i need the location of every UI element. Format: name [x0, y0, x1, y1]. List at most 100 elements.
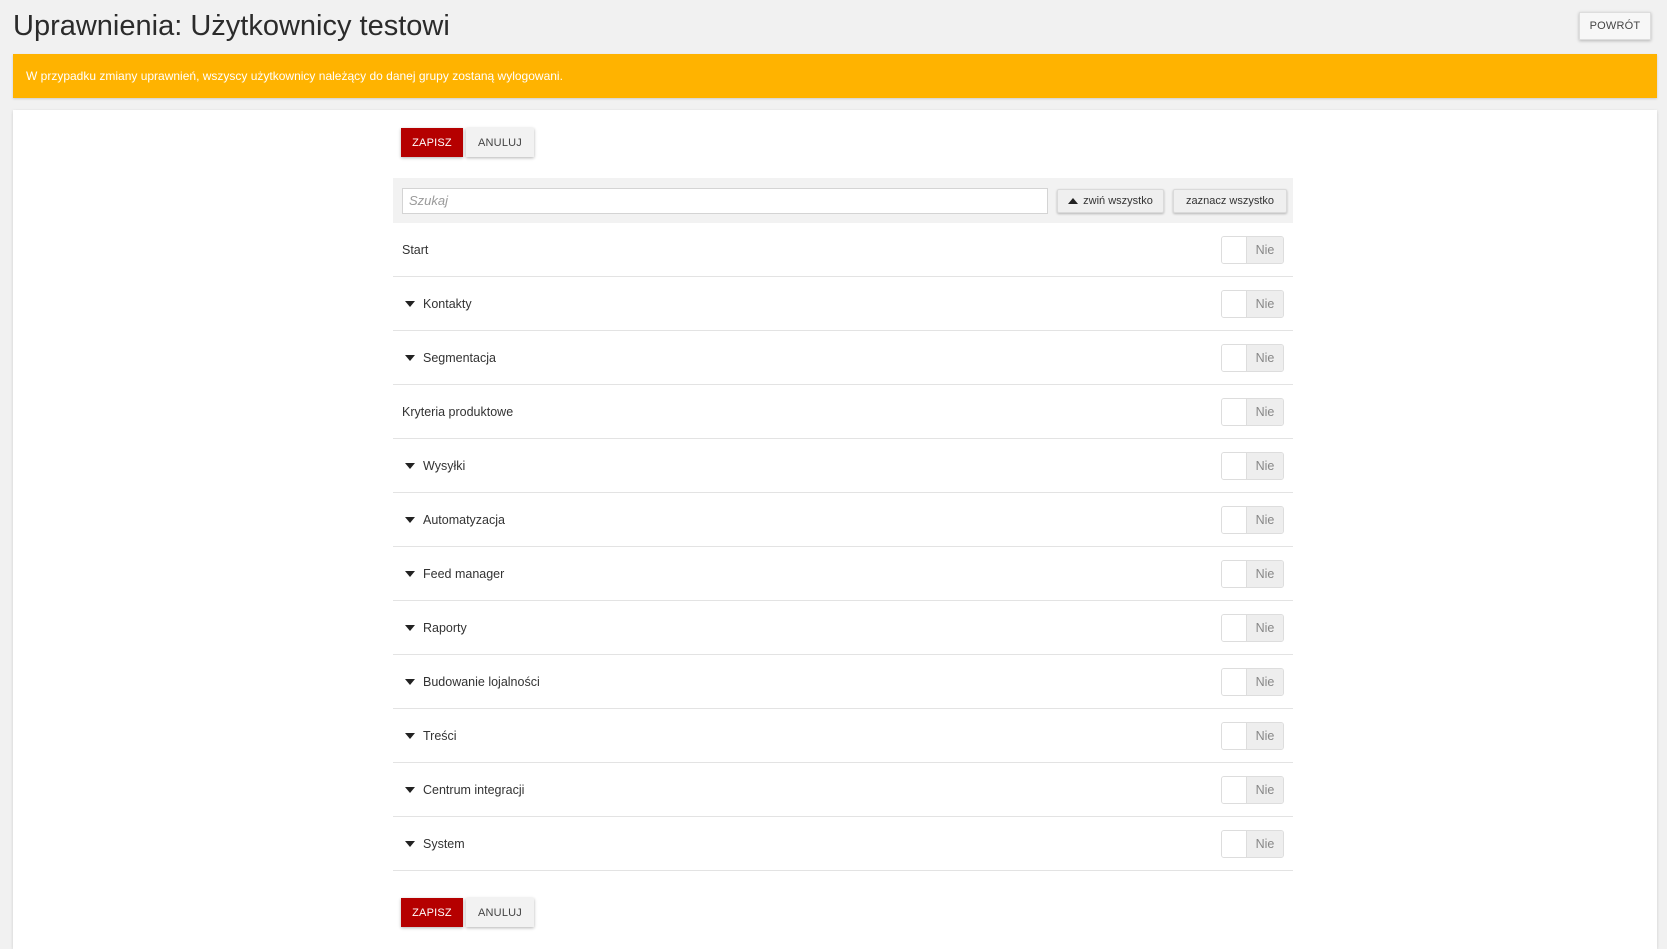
cancel-button[interactable]: ANULUJ — [466, 128, 534, 157]
permission-row-left: Centrum integracji — [402, 783, 524, 797]
expand-caret-icon[interactable] — [405, 840, 415, 847]
expand-caret-icon[interactable] — [405, 516, 415, 523]
permission-row: Kryteria produktowe Nie — [393, 385, 1293, 439]
permission-toggle[interactable]: Nie — [1221, 505, 1284, 534]
permission-label: Automatyzacja — [423, 512, 505, 527]
permissions-content: ZAPISZ ANULUJ zwiń wszystko zaznacz wszy… — [383, 110, 1293, 927]
permission-row-left: Wysyłki — [402, 459, 465, 473]
toggle-state-label: Nie — [1247, 830, 1283, 857]
select-all-button[interactable]: zaznacz wszystko — [1173, 188, 1287, 213]
permission-toggle[interactable]: Nie — [1221, 721, 1284, 750]
toggle-knob — [1222, 668, 1247, 695]
permission-toggle[interactable]: Nie — [1221, 613, 1284, 642]
permission-label: Raporty — [423, 620, 467, 635]
permission-label: Kontakty — [423, 296, 472, 311]
permission-row-left: Kryteria produktowe — [402, 405, 513, 419]
collapse-all-button[interactable]: zwiń wszystko — [1057, 188, 1164, 213]
permission-row[interactable]: Treści Nie — [393, 709, 1293, 763]
permission-label: Start — [402, 242, 429, 257]
back-button[interactable]: POWRÓT — [1579, 12, 1651, 40]
collapse-all-label: zwiń wszystko — [1083, 194, 1153, 207]
logout-warning-alert: W przypadku zmiany uprawnień, wszyscy uż… — [13, 54, 1657, 98]
toggle-state-label: Nie — [1247, 560, 1283, 587]
permission-label: Kryteria produktowe — [402, 404, 514, 419]
permission-toggle[interactable]: Nie — [1221, 397, 1284, 426]
permissions-panel: ZAPISZ ANULUJ zwiń wszystko zaznacz wszy… — [13, 110, 1657, 949]
permission-label: Wysyłki — [423, 458, 466, 473]
permission-label: Centrum integracji — [423, 782, 525, 797]
toggle-state-label: Nie — [1247, 506, 1283, 533]
toggle-knob — [1222, 776, 1247, 803]
toggle-knob — [1222, 830, 1247, 857]
toggle-knob — [1222, 506, 1247, 533]
permission-row-left: Feed manager — [402, 567, 504, 581]
save-button[interactable]: ZAPISZ — [401, 128, 463, 157]
toggle-knob — [1222, 236, 1247, 263]
expand-caret-icon[interactable] — [405, 624, 415, 631]
search-input[interactable] — [402, 187, 1048, 214]
permission-label: System — [423, 836, 465, 851]
toggle-knob — [1222, 722, 1247, 749]
toggle-state-label: Nie — [1247, 398, 1283, 425]
caret-up-icon — [1068, 197, 1079, 204]
toggle-knob — [1222, 560, 1247, 587]
expand-caret-icon[interactable] — [405, 462, 415, 469]
permission-row[interactable]: Segmentacja Nie — [393, 331, 1293, 385]
permission-toggle[interactable]: Nie — [1221, 343, 1284, 372]
toggle-knob — [1222, 452, 1247, 479]
permission-row[interactable]: System Nie — [393, 817, 1293, 871]
permission-toggle[interactable]: Nie — [1221, 559, 1284, 588]
toggle-state-label: Nie — [1247, 344, 1283, 371]
permission-row-left: Treści — [402, 729, 457, 743]
permission-row[interactable]: Wysyłki Nie — [393, 439, 1293, 493]
permission-row[interactable]: Kontakty Nie — [393, 277, 1293, 331]
permission-row: Start Nie — [393, 223, 1293, 277]
permission-toggle[interactable]: Nie — [1221, 667, 1284, 696]
toggle-state-label: Nie — [1247, 290, 1283, 317]
toggle-knob — [1222, 290, 1247, 317]
expand-caret-icon[interactable] — [405, 786, 415, 793]
permission-row[interactable]: Raporty Nie — [393, 601, 1293, 655]
permission-label: Treści — [423, 728, 457, 743]
permission-row-left: Start — [402, 243, 428, 257]
bottom-actions: ZAPISZ ANULUJ — [401, 898, 1283, 927]
permission-label: Budowanie lojalności — [423, 674, 540, 689]
save-button-bottom[interactable]: ZAPISZ — [401, 898, 463, 927]
permissions-list: Start Nie Kontakty Nie Segmentacja Nie Kryteri… — [393, 223, 1293, 871]
permission-row-left: Kontakty — [402, 297, 472, 311]
permission-toggle[interactable]: Nie — [1221, 289, 1284, 318]
toggle-state-label: Nie — [1247, 668, 1283, 695]
permission-row-left: System — [402, 837, 465, 851]
toggle-knob — [1222, 614, 1247, 641]
top-actions: ZAPISZ ANULUJ — [401, 128, 1283, 157]
expand-caret-icon[interactable] — [405, 354, 415, 361]
toggle-state-label: Nie — [1247, 452, 1283, 479]
toggle-state-label: Nie — [1247, 236, 1283, 263]
permission-label: Segmentacja — [423, 350, 496, 365]
permission-row[interactable]: Feed manager Nie — [393, 547, 1293, 601]
permission-row[interactable]: Automatyzacja Nie — [393, 493, 1293, 547]
permission-row-left: Budowanie lojalności — [402, 675, 540, 689]
permission-toggle[interactable]: Nie — [1221, 235, 1284, 264]
toggle-knob — [1222, 344, 1247, 371]
expand-caret-icon[interactable] — [405, 570, 415, 577]
permission-label: Feed manager — [423, 566, 505, 581]
permission-row-left: Automatyzacja — [402, 513, 505, 527]
toggle-state-label: Nie — [1247, 722, 1283, 749]
page-title: Uprawnienia: Użytkownicy testowi — [13, 10, 450, 42]
expand-caret-icon[interactable] — [405, 732, 415, 739]
permission-row[interactable]: Centrum integracji Nie — [393, 763, 1293, 817]
permissions-toolbar: zwiń wszystko zaznacz wszystko — [393, 178, 1293, 223]
permission-row-left: Raporty — [402, 621, 467, 635]
toggle-knob — [1222, 398, 1247, 425]
expand-caret-icon[interactable] — [405, 678, 415, 685]
toggle-state-label: Nie — [1247, 776, 1283, 803]
permission-row-left: Segmentacja — [402, 351, 496, 365]
permission-toggle[interactable]: Nie — [1221, 775, 1284, 804]
permission-toggle[interactable]: Nie — [1221, 451, 1284, 480]
toggle-state-label: Nie — [1247, 614, 1283, 641]
expand-caret-icon[interactable] — [405, 300, 415, 307]
cancel-button-bottom[interactable]: ANULUJ — [466, 898, 534, 927]
permission-row[interactable]: Budowanie lojalności Nie — [393, 655, 1293, 709]
permission-toggle[interactable]: Nie — [1221, 829, 1284, 858]
